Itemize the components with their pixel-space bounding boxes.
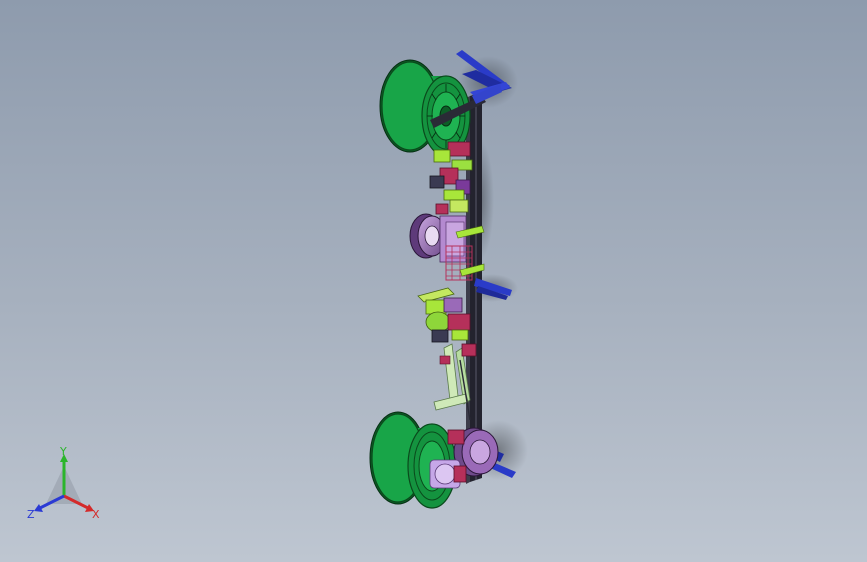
y-axis-label: Y bbox=[59, 446, 67, 458]
z-axis-label: Z bbox=[27, 508, 35, 521]
assembly-model[interactable] bbox=[0, 0, 867, 562]
orientation-triad: Y X Z bbox=[27, 446, 100, 521]
x-axis-label: X bbox=[92, 508, 100, 521]
middle-mechanism[interactable] bbox=[417, 287, 471, 343]
3d-viewport[interactable]: Y X Z bbox=[0, 0, 867, 562]
upper-mechanism[interactable] bbox=[429, 141, 473, 215]
